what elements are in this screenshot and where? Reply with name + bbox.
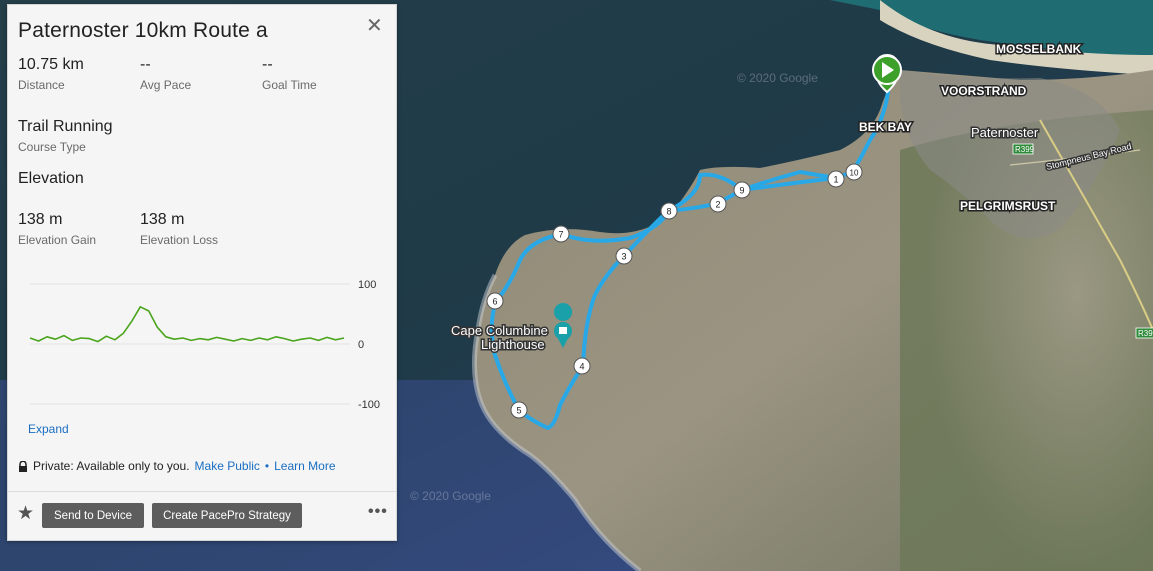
stat-value: 10.75 km xyxy=(18,56,84,73)
map-label-voorstrand: VOORSTRAND xyxy=(941,84,1027,98)
learn-more-link[interactable]: Learn More xyxy=(274,459,335,473)
elevation-series-line xyxy=(29,305,345,343)
waypoint-label: 2 xyxy=(715,200,720,210)
waypoint-marker[interactable]: 8 xyxy=(660,202,678,220)
stat-avg-pace: -- Avg Pace xyxy=(140,56,191,92)
stat-elevation-gain: 138 m Elevation Gain xyxy=(18,211,96,247)
y-tick-label: -100 xyxy=(358,399,380,411)
stat-label: Distance xyxy=(18,78,65,92)
stat-value: 138 m xyxy=(140,211,185,228)
privacy-row: Private: Available only to you. Make Pub… xyxy=(18,459,336,473)
road-shield: R399 xyxy=(1012,143,1035,155)
stat-value: -- xyxy=(140,56,151,73)
create-pacepro-button[interactable]: Create PacePro Strategy xyxy=(152,503,302,528)
map-label-lighthouse: Lighthouse xyxy=(481,337,545,352)
y-tick-label: 100 xyxy=(358,279,376,291)
waypoint-label: 6 xyxy=(492,297,497,307)
svg-text:R399: R399 xyxy=(1138,329,1153,338)
elevation-chart[interactable]: 100 0 -100 xyxy=(22,267,392,417)
waypoint-label: 3 xyxy=(621,252,626,262)
map-copyright: © 2020 Google xyxy=(410,489,491,503)
map-label-cape-columbine: Cape Columbine xyxy=(451,323,548,338)
stat-elevation-loss: 138 m Elevation Loss xyxy=(140,211,218,247)
expand-link[interactable]: Expand xyxy=(28,422,69,436)
stat-distance: 10.75 km Distance xyxy=(18,56,84,92)
close-icon[interactable]: ✕ xyxy=(366,16,383,36)
stat-label: Elevation Gain xyxy=(18,233,97,247)
divider xyxy=(8,491,396,492)
stat-label: Elevation Loss xyxy=(140,233,219,247)
map-copyright: © 2020 Google xyxy=(737,71,818,85)
waypoint-marker[interactable]: 10 xyxy=(845,163,863,181)
waypoint-label: 1 xyxy=(833,175,838,185)
more-options-icon[interactable]: ••• xyxy=(368,503,388,521)
waypoint-marker[interactable]: 1 xyxy=(827,170,845,188)
waypoint-label: 9 xyxy=(739,186,744,196)
waypoint-marker[interactable]: 7 xyxy=(552,225,570,243)
course-type-value: Trail Running xyxy=(18,118,113,135)
send-to-device-button[interactable]: Send to Device xyxy=(42,503,144,528)
svg-text:R399: R399 xyxy=(1015,145,1035,154)
elevation-heading: Elevation xyxy=(18,170,84,187)
waypoint-marker[interactable]: 9 xyxy=(733,181,751,199)
course-details-panel: Paternoster 10km Route a ✕ 10.75 km Dist… xyxy=(7,4,397,541)
waypoint-label: 10 xyxy=(850,169,859,178)
waypoint-label: 7 xyxy=(558,230,563,240)
waypoint-marker[interactable]: 2 xyxy=(709,195,727,213)
map-label-bek-bay: BEK BAY xyxy=(859,120,912,134)
course-type: Trail Running Course Type xyxy=(18,118,113,154)
waypoint-marker[interactable]: 4 xyxy=(573,357,591,375)
stat-value: -- xyxy=(262,56,273,73)
waypoint-marker[interactable]: 5 xyxy=(510,401,528,419)
stat-label: Avg Pace xyxy=(140,78,192,92)
waypoint-label: 5 xyxy=(516,406,521,416)
make-public-link[interactable]: Make Public xyxy=(195,459,260,473)
separator-dot: • xyxy=(264,459,270,473)
privacy-text: Private: Available only to you. xyxy=(33,459,190,473)
waypoint-label: 8 xyxy=(666,207,671,217)
map-label-pelgrimsrust: PELGRIMSRUST xyxy=(960,199,1056,213)
road-shield: R399 xyxy=(1135,327,1153,339)
waypoint-marker[interactable]: 6 xyxy=(486,292,504,310)
map-label-paternoster: Paternoster xyxy=(971,125,1039,140)
stat-goal-time: -- Goal Time xyxy=(262,56,317,92)
stat-label: Goal Time xyxy=(262,78,317,92)
waypoint-label: 4 xyxy=(579,362,584,372)
lock-icon xyxy=(18,460,28,472)
course-title: Paternoster 10km Route a xyxy=(18,19,268,42)
stat-value: 138 m xyxy=(18,211,63,228)
star-icon[interactable]: ★ xyxy=(17,502,34,525)
course-type-label: Course Type xyxy=(18,140,86,154)
waypoint-marker[interactable]: 3 xyxy=(615,247,633,265)
y-tick-label: 0 xyxy=(358,339,364,351)
map-label-mosselbank: MOSSELBANK xyxy=(996,42,1082,56)
